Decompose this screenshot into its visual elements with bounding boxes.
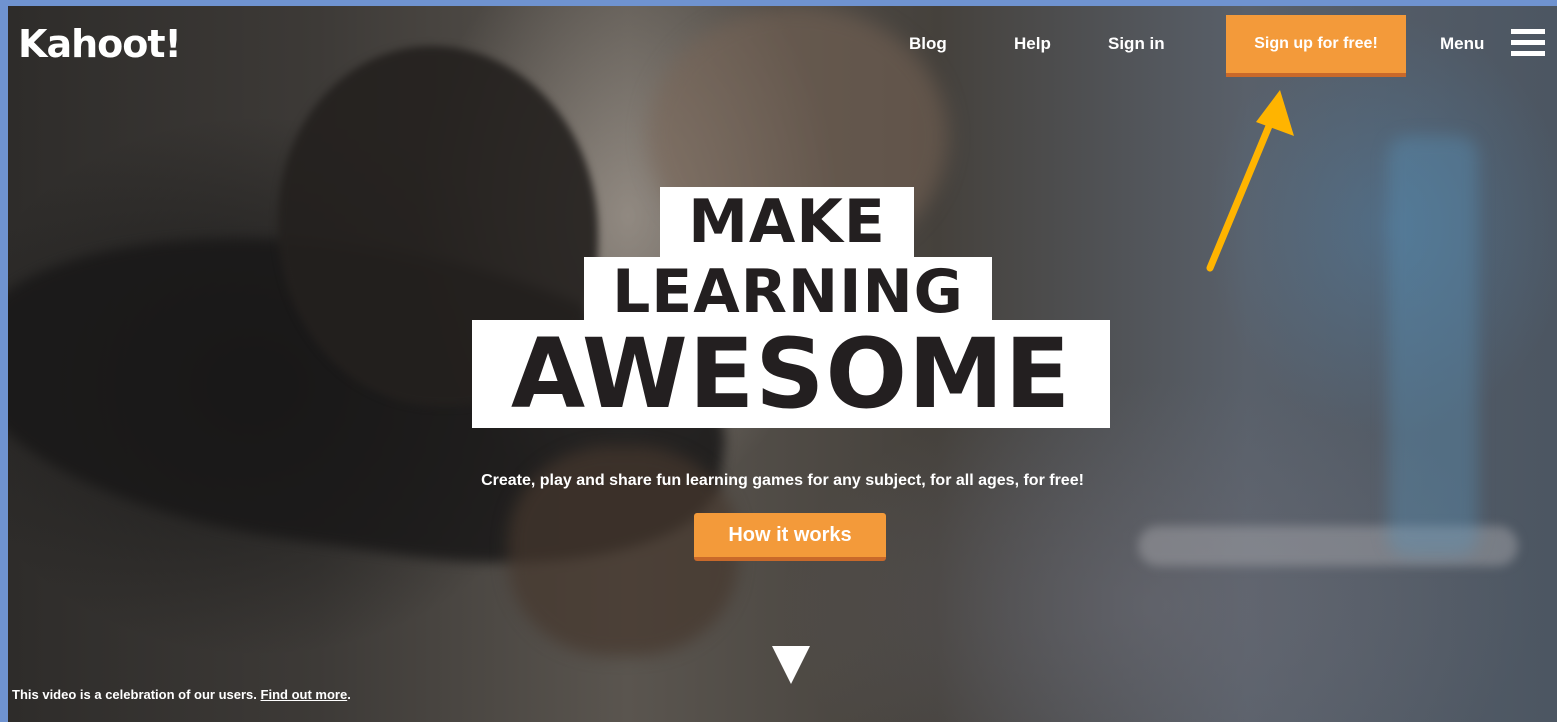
video-caption-suffix: .	[347, 687, 351, 702]
triangle-down-icon[interactable]	[772, 646, 810, 684]
video-caption: This video is a celebration of our users…	[12, 687, 351, 702]
arrow-up-right-icon	[1206, 90, 1294, 272]
hero-title-make: MAKE	[660, 187, 914, 257]
sign-up-label: Sign up for free!	[1254, 35, 1378, 52]
sign-up-button[interactable]: Sign up for free!	[1226, 15, 1406, 77]
how-it-works-label: How it works	[728, 523, 852, 546]
hero-title-awesome: AWESOME	[472, 320, 1110, 428]
background-video-chair	[1138, 526, 1518, 566]
find-out-more-link[interactable]: Find out more	[261, 687, 348, 702]
video-caption-text: This video is a celebration of our users…	[12, 687, 257, 702]
nav-help-link[interactable]: Help	[1014, 34, 1051, 54]
hero-title-learning: LEARNING	[584, 257, 992, 327]
hero-video-frame: Kahoot! Blog Help Sign in Sign up for fr…	[8, 6, 1557, 722]
nav-blog-link[interactable]: Blog	[909, 34, 947, 54]
background-video-chair-blue	[1388, 136, 1478, 556]
how-it-works-button[interactable]: How it works	[694, 513, 886, 561]
hero-tagline: Create, play and share fun learning game…	[481, 472, 1084, 489]
kahoot-logo[interactable]: Kahoot!	[18, 22, 182, 66]
menu-label[interactable]: Menu	[1440, 34, 1484, 54]
nav-sign-in-link[interactable]: Sign in	[1108, 34, 1165, 54]
hamburger-icon[interactable]	[1511, 26, 1545, 60]
